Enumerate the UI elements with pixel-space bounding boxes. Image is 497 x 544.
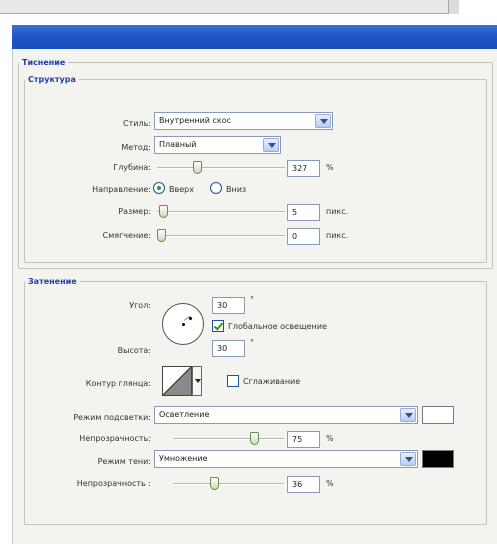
highlight-opacity-unit: %: [326, 434, 334, 443]
direction-up-label[interactable]: Вверх: [169, 185, 194, 194]
dial-center: [182, 323, 185, 326]
soften-slider-track[interactable]: [157, 235, 285, 237]
direction-label: Направление:: [92, 185, 151, 194]
shadow-opacity-thumb[interactable]: [209, 477, 219, 490]
altitude-label: Высота:: [117, 346, 151, 355]
shadow-mode-value: Умножение: [159, 454, 208, 463]
depth-slider-track[interactable]: [157, 167, 285, 169]
direction-down-label[interactable]: Вниз: [226, 185, 246, 194]
altitude-unit: °: [250, 338, 254, 347]
size-label: Размер:: [118, 207, 151, 216]
shadow-opacity-input[interactable]: 36: [287, 476, 320, 493]
shadow-color-swatch[interactable]: [422, 450, 454, 468]
highlight-color-swatch[interactable]: [422, 406, 454, 424]
shadow-opacity-unit: %: [326, 479, 334, 488]
soften-input[interactable]: 0: [287, 228, 320, 245]
angle-label: Угол:: [129, 301, 151, 310]
global-light-label[interactable]: Глобальное освещение: [228, 322, 327, 331]
highlight-opacity-input[interactable]: 75: [287, 431, 320, 448]
chevron-down-icon[interactable]: [400, 452, 416, 466]
depth-input[interactable]: 327: [287, 160, 320, 177]
chevron-down-icon[interactable]: [192, 366, 202, 396]
style-value: Внутренний скос: [159, 116, 232, 125]
highlight-mode-select[interactable]: Осветление: [154, 406, 418, 424]
structure-group-title: Структура: [28, 75, 76, 84]
top-window-strip: [0, 0, 459, 14]
antialias-checkbox[interactable]: [227, 375, 239, 387]
highlight-opacity-label: Непрозрачность:: [79, 434, 151, 443]
direction-up-radio[interactable]: [153, 182, 165, 194]
soften-label: Смягчение:: [102, 231, 151, 240]
depth-unit: %: [326, 163, 334, 172]
angle-dial[interactable]: [162, 303, 204, 345]
chevron-down-icon[interactable]: [315, 114, 331, 128]
global-light-checkbox[interactable]: [212, 320, 224, 332]
highlight-mode-label: Режим подсветки:: [73, 413, 151, 422]
antialias-label[interactable]: Сглаживание: [243, 377, 300, 386]
size-slider-thumb[interactable]: [159, 205, 169, 218]
style-label: Стиль:: [123, 119, 151, 128]
highlight-opacity-track[interactable]: [173, 438, 284, 440]
gloss-contour-icon[interactable]: [162, 366, 192, 396]
gloss-contour-label: Контур глянца:: [85, 379, 151, 388]
bevel-group-title: Тиснение: [22, 58, 66, 67]
soften-unit: пикс.: [326, 231, 349, 240]
window-button[interactable]: [448, 0, 459, 14]
soften-slider-thumb[interactable]: [157, 229, 166, 242]
method-label: Метод:: [121, 143, 151, 152]
layer-style-panel: Тиснение Структура Стиль: Внутренний ско…: [12, 49, 497, 544]
size-unit: пикс.: [326, 207, 349, 216]
style-select[interactable]: Внутренний скос: [154, 112, 333, 130]
contour-curve: [163, 367, 191, 395]
depth-label: Глубина:: [113, 163, 151, 172]
chevron-down-icon[interactable]: [400, 408, 416, 422]
dialog-title-bar: [12, 25, 497, 49]
shadow-opacity-track[interactable]: [173, 483, 284, 485]
angle-unit: °: [250, 295, 254, 304]
size-input[interactable]: 5: [287, 204, 320, 221]
method-value: Плавный: [159, 140, 197, 149]
angle-input[interactable]: 30: [212, 297, 245, 314]
shadow-mode-label: Режим тени:: [97, 457, 151, 466]
highlight-mode-value: Осветление: [159, 410, 210, 419]
dial-pointer: [189, 317, 192, 320]
size-slider-track[interactable]: [157, 211, 285, 213]
altitude-input[interactable]: 30: [212, 340, 245, 357]
chevron-down-icon[interactable]: [263, 138, 279, 152]
shadow-opacity-label: Непрозрачность :: [76, 479, 151, 488]
method-select[interactable]: Плавный: [154, 136, 281, 154]
direction-down-radio[interactable]: [210, 182, 222, 194]
highlight-opacity-thumb[interactable]: [249, 432, 259, 445]
shadow-mode-select[interactable]: Умножение: [154, 450, 418, 468]
shading-group-title: Затенение: [28, 277, 77, 286]
depth-slider-thumb[interactable]: [192, 161, 202, 174]
